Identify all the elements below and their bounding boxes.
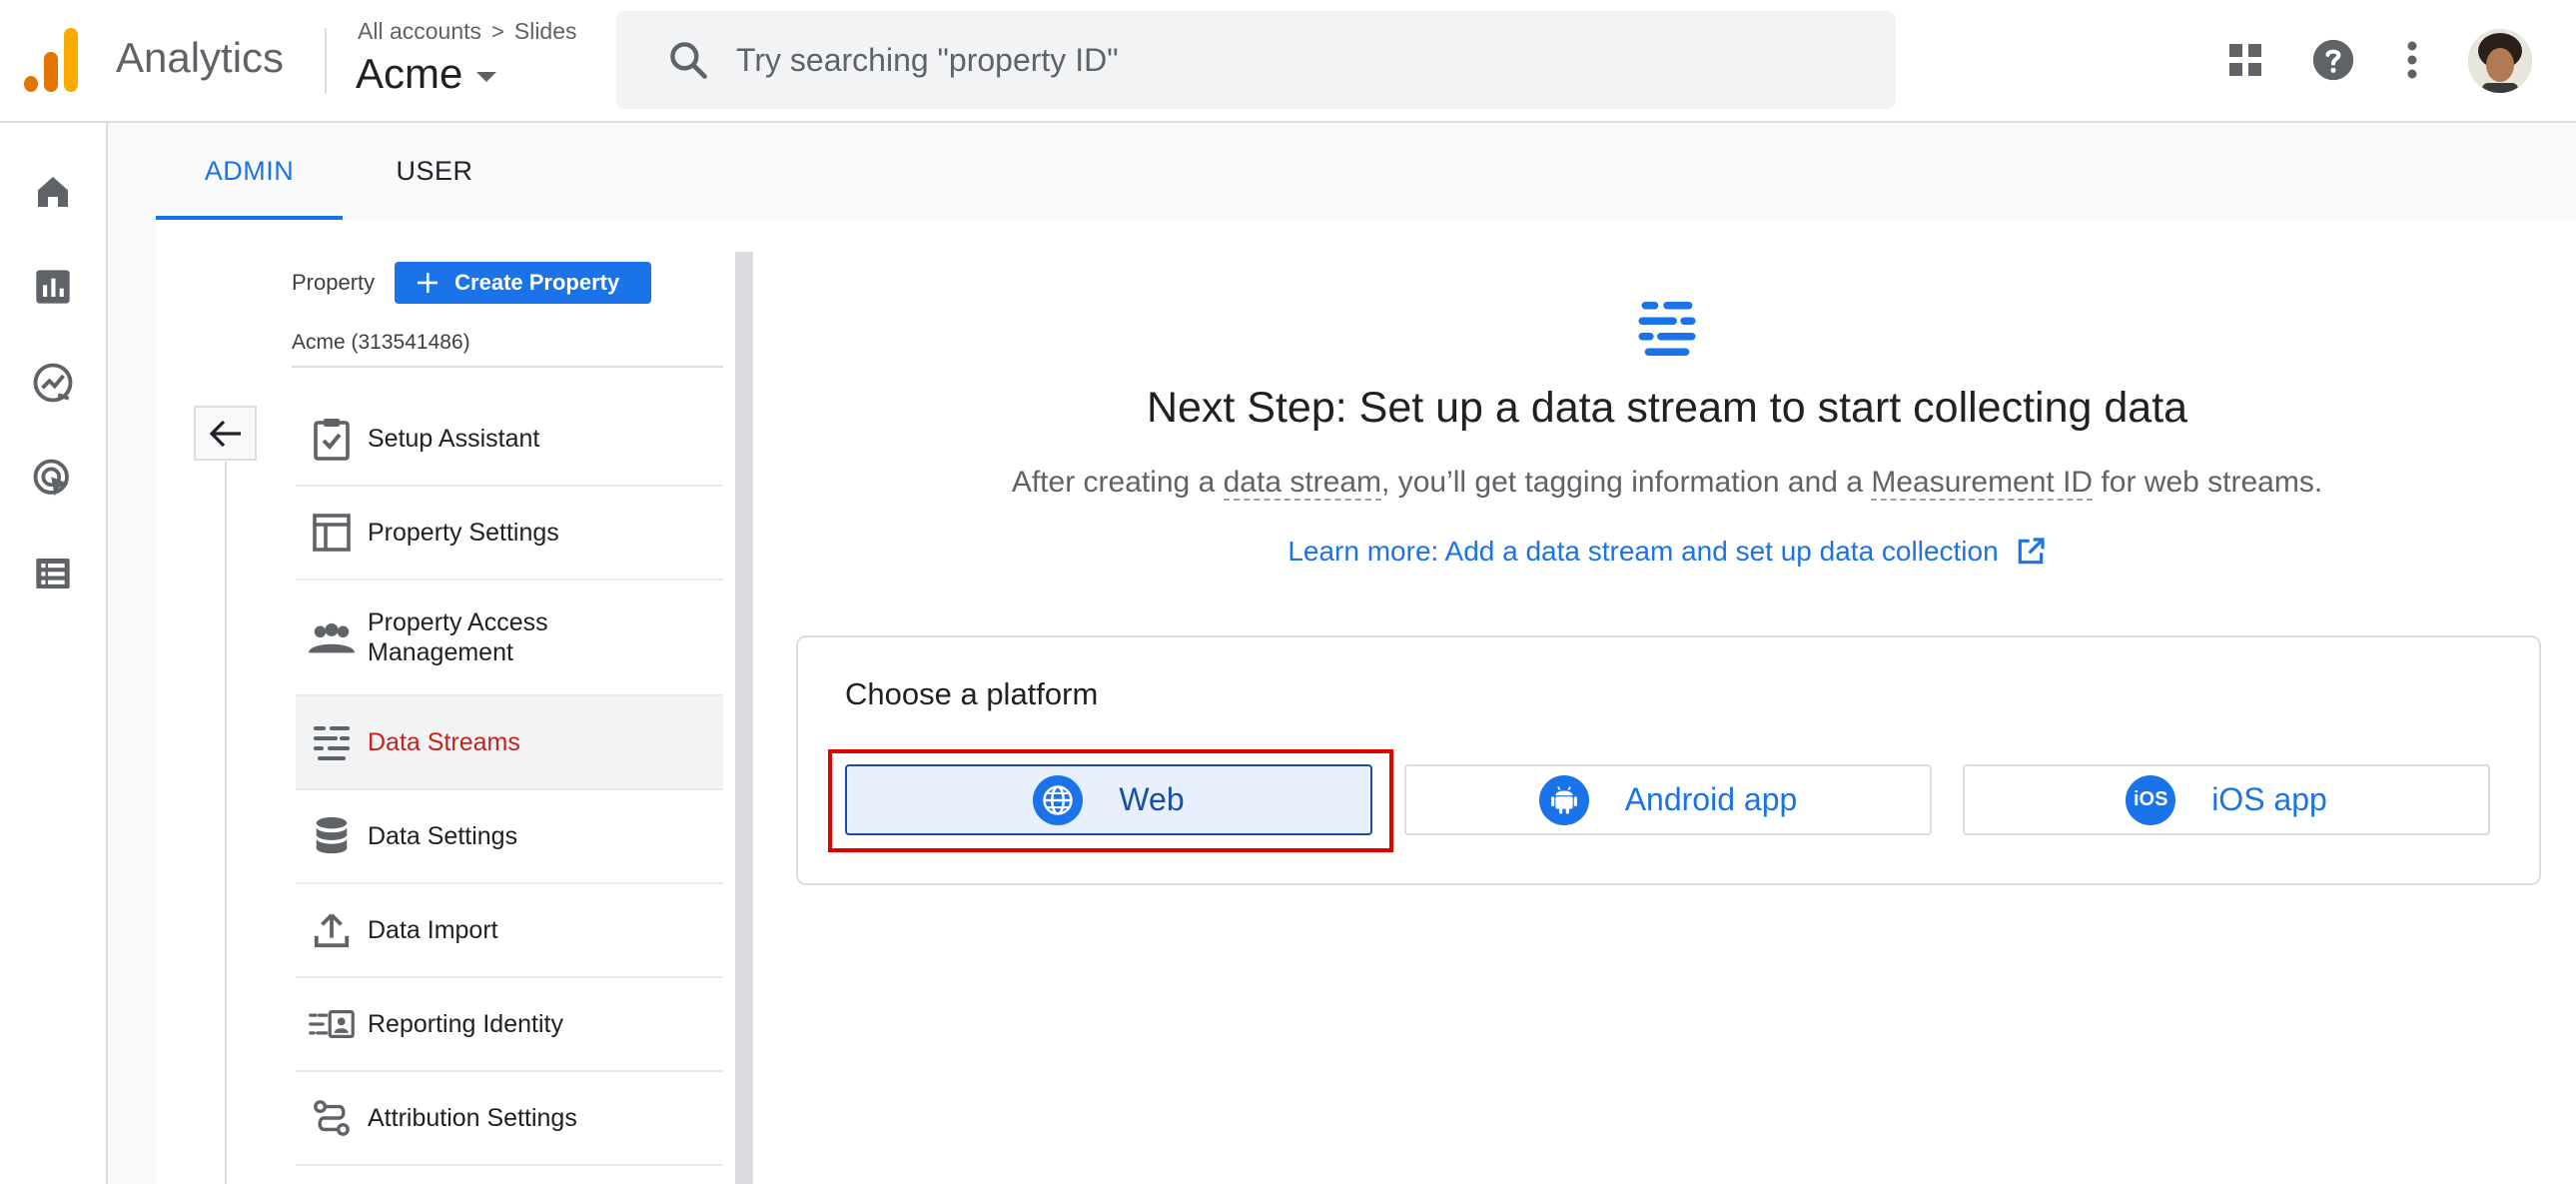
left-gutter xyxy=(108,220,156,1184)
top-bar: Analytics All accounts > Slides Acme xyxy=(0,0,2576,123)
android-icon xyxy=(1538,774,1589,825)
layout-icon xyxy=(296,513,368,553)
property-id-selector[interactable]: Acme (313541486) xyxy=(292,331,470,355)
analytics-logo[interactable] xyxy=(24,28,80,92)
streams-icon xyxy=(296,722,368,762)
tab-admin[interactable]: ADMIN xyxy=(156,123,343,220)
web-platform-label: Web xyxy=(1119,781,1185,817)
description-suffix: for web streams. xyxy=(2093,466,2323,499)
menu-item-label: Data Streams xyxy=(368,728,520,756)
next-step-heading: Next Step: Set up a data stream to start… xyxy=(1146,384,2188,432)
breadcrumb-separator: > xyxy=(491,18,504,44)
ios-icon: iOS xyxy=(2126,774,2176,825)
more-vert-icon[interactable] xyxy=(2382,30,2442,90)
reports-icon[interactable] xyxy=(26,260,80,314)
breadcrumb[interactable]: All accounts > Slides xyxy=(358,18,577,45)
property-name[interactable]: Acme xyxy=(356,50,462,98)
data-stream-icon xyxy=(1638,302,1696,356)
menu-item-label: Data Settings xyxy=(368,822,518,850)
breadcrumb-account[interactable]: Slides xyxy=(514,18,577,45)
upload-icon xyxy=(296,910,368,950)
left-nav-rail xyxy=(0,123,108,1184)
measurement-id-term[interactable]: Measurement ID xyxy=(1871,466,2094,501)
globe-icon xyxy=(1033,774,1084,825)
choose-platform-title: Choose a platform xyxy=(845,676,1099,711)
menu-item-label: Property Settings xyxy=(368,519,559,547)
attribution-icon xyxy=(296,1099,368,1137)
menu-item-label: Data Import xyxy=(368,916,498,944)
menu-item-label: Attribution Settings xyxy=(368,1104,577,1132)
menu-item-property-settings[interactable]: Property Settings xyxy=(296,487,723,581)
description-prefix: After creating a xyxy=(1011,466,1224,499)
menu-item-label: Property Access Management xyxy=(368,608,548,666)
menu-item-data-settings[interactable]: Data Settings xyxy=(296,790,723,884)
choose-platform-card xyxy=(796,635,2541,885)
arrow-back-icon xyxy=(209,420,241,447)
column-guide-line xyxy=(225,462,227,1184)
dropdown-caret-icon[interactable] xyxy=(476,72,497,82)
menu-item-setup-assistant[interactable]: Setup Assistant xyxy=(296,393,723,487)
help-icon[interactable] xyxy=(2303,30,2363,90)
back-button[interactable] xyxy=(194,406,257,461)
web-platform-button[interactable]: Web xyxy=(845,764,1372,835)
next-step-description: After creating a data stream, you’ll get… xyxy=(789,466,2545,501)
admin-user-tabs: ADMIN USER xyxy=(108,123,2576,220)
create-property-label: Create Property xyxy=(454,270,620,295)
identity-icon xyxy=(296,1009,368,1039)
property-label: Property xyxy=(292,270,376,295)
column-scrollbar[interactable] xyxy=(735,252,753,1184)
property-header: Property Create Property xyxy=(292,262,652,304)
advertising-icon[interactable] xyxy=(26,452,80,506)
explore-icon[interactable] xyxy=(26,356,80,410)
description-middle: , you’ll get tagging information and a xyxy=(1381,466,1872,499)
app-name: Analytics xyxy=(116,34,285,81)
open-in-new-icon[interactable] xyxy=(2015,536,2047,568)
menu-item-property-access-management[interactable]: Property Access Management xyxy=(296,581,723,696)
data-stream-term[interactable]: data stream xyxy=(1223,466,1382,501)
menu-item-data-import[interactable]: Data Import xyxy=(296,884,723,978)
menu-item-reporting-identity[interactable]: Reporting Identity xyxy=(296,978,723,1072)
breadcrumb-root[interactable]: All accounts xyxy=(358,18,481,45)
learn-more-text[interactable]: Learn more: Add a data stream and set up… xyxy=(1288,536,1998,568)
database-icon xyxy=(296,815,368,857)
home-icon[interactable] xyxy=(26,165,80,219)
header-divider xyxy=(325,28,327,94)
plus-icon xyxy=(418,273,438,293)
menu-item-label: Reporting Identity xyxy=(368,1010,563,1038)
tab-user[interactable]: USER xyxy=(370,123,499,220)
search-bar[interactable] xyxy=(616,11,1896,109)
create-property-button[interactable]: Create Property xyxy=(395,262,652,304)
menu-item-attribution-settings[interactable]: Attribution Settings xyxy=(296,1072,723,1166)
apps-grid-icon[interactable] xyxy=(2215,30,2275,90)
configure-icon[interactable] xyxy=(26,547,80,600)
learn-more-link[interactable]: Learn more: Add a data stream and set up… xyxy=(789,536,2545,568)
android-platform-label: Android app xyxy=(1624,781,1798,817)
property-picker[interactable]: Acme xyxy=(356,50,497,98)
people-icon xyxy=(296,621,368,653)
checklist-icon xyxy=(296,417,368,461)
property-divider xyxy=(292,366,723,368)
android-platform-button[interactable]: Android app xyxy=(1404,764,1932,835)
search-input[interactable] xyxy=(736,41,1835,79)
ios-platform-label: iOS app xyxy=(2211,781,2327,817)
menu-item-label: Setup Assistant xyxy=(368,425,540,453)
user-avatar[interactable] xyxy=(2468,29,2532,93)
search-icon xyxy=(670,42,707,79)
ios-platform-button[interactable]: iOS iOS app xyxy=(1963,764,2490,835)
menu-item-data-streams[interactable]: Data Streams xyxy=(296,696,723,790)
